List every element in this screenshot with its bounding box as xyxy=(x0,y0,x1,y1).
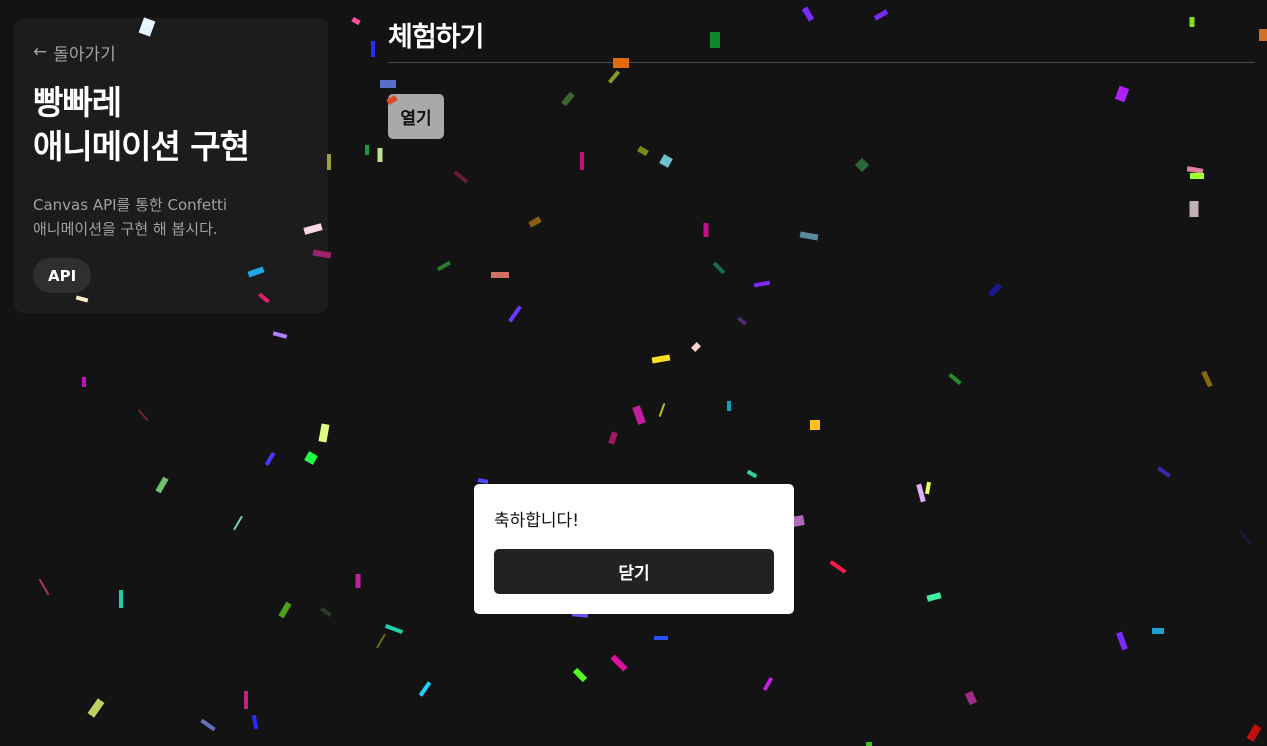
confetti-piece xyxy=(318,423,330,443)
confetti-piece xyxy=(119,590,123,608)
confetti-piece xyxy=(610,654,628,672)
confetti-piece xyxy=(87,698,105,718)
confetti-piece xyxy=(1186,166,1204,174)
confetti-piece xyxy=(233,515,243,531)
confetti-piece xyxy=(304,451,318,465)
confetti-piece xyxy=(82,377,86,387)
section-title: 체험하기 xyxy=(388,22,484,53)
card-description: Canvas API를 통한 Confetti 애니메이션을 구현 해 봅시다. xyxy=(33,193,309,241)
confetti-piece xyxy=(799,231,819,241)
open-button[interactable]: 열기 xyxy=(388,94,444,139)
confetti-piece xyxy=(987,282,1003,298)
confetti-piece xyxy=(659,154,673,168)
confetti-piece xyxy=(1114,85,1130,103)
confetti-piece xyxy=(736,316,748,326)
confetti-piece xyxy=(453,170,469,184)
card-title: 빵빠레 애니메이션 구현 xyxy=(33,81,309,169)
confetti-piece xyxy=(200,718,216,732)
back-arrow-icon: ← xyxy=(33,42,48,62)
title-divider xyxy=(388,62,1255,63)
card-description-line-1: Canvas API를 통한 Confetti xyxy=(33,196,228,214)
confetti-piece xyxy=(691,342,701,352)
confetti-piece xyxy=(351,16,361,26)
close-button[interactable]: 닫기 xyxy=(494,549,774,594)
confetti-piece xyxy=(155,476,169,494)
confetti-piece xyxy=(964,690,978,706)
confetti-piece xyxy=(380,80,396,88)
confetti-piece xyxy=(377,148,383,162)
confetti-piece xyxy=(854,157,870,173)
confetti-piece xyxy=(916,483,926,503)
tag-badge[interactable]: API xyxy=(33,258,92,293)
confetti-piece xyxy=(1246,724,1262,742)
back-link[interactable]: ← 돌아가기 xyxy=(33,40,116,66)
confetti-piece xyxy=(319,606,333,618)
confetti-piece xyxy=(654,636,668,640)
confetti-piece xyxy=(1116,631,1128,651)
confetti-piece xyxy=(137,408,149,422)
confetti-piece xyxy=(703,223,709,237)
confetti-piece xyxy=(1201,370,1213,388)
confetti-piece xyxy=(491,272,509,278)
card-title-line-2: 애니메이션 구현 xyxy=(33,127,250,166)
confetti-piece xyxy=(244,691,248,709)
confetti-piece xyxy=(658,403,666,417)
confetti-piece xyxy=(651,354,671,364)
confetti-piece xyxy=(580,152,584,170)
confetti-piece xyxy=(418,681,432,697)
confetti-piece xyxy=(746,469,758,479)
confetti-piece xyxy=(632,405,646,425)
main-header: 체험하기 xyxy=(388,18,1255,63)
confetti-piece xyxy=(365,145,369,155)
confetti-piece xyxy=(278,601,292,619)
confetti-piece xyxy=(924,481,932,495)
card-description-line-2: 애니메이션을 구현 해 봅시다. xyxy=(33,220,218,238)
confetti-piece xyxy=(477,478,489,484)
confetti-piece xyxy=(753,280,771,288)
confetti-piece xyxy=(1157,466,1171,478)
confetti-piece xyxy=(727,401,731,411)
confetti-piece xyxy=(637,145,649,157)
confetti-piece xyxy=(1152,628,1164,634)
confetti-piece xyxy=(829,560,847,574)
confetti-piece xyxy=(384,624,404,634)
back-link-label: 돌아가기 xyxy=(53,45,116,65)
confetti-piece xyxy=(948,372,962,386)
confetti-piece xyxy=(508,305,522,323)
confetti-piece xyxy=(272,331,288,339)
confetti-piece xyxy=(251,714,259,730)
confetti-piece xyxy=(926,592,942,602)
confetti-piece xyxy=(528,216,542,228)
confetti-piece xyxy=(866,742,872,746)
congrats-modal: 축하합니다! 닫기 xyxy=(474,484,794,614)
confetti-piece xyxy=(436,260,452,272)
confetti-piece xyxy=(762,676,774,692)
confetti-piece xyxy=(810,420,820,430)
confetti-piece xyxy=(608,431,618,445)
confetti-piece xyxy=(1239,529,1251,545)
confetti-piece xyxy=(355,574,361,588)
confetti-piece xyxy=(1190,173,1204,179)
card-title-line-1: 빵빠레 xyxy=(33,83,122,122)
confetti-piece xyxy=(1259,29,1267,41)
confetti-piece xyxy=(1189,201,1199,217)
page: ← 돌아가기 빵빠레 애니메이션 구현 Canvas API를 통한 Confe… xyxy=(0,0,1267,746)
modal-message: 축하합니다! xyxy=(494,511,580,531)
confetti-piece xyxy=(38,578,50,596)
info-card: ← 돌아가기 빵빠레 애니메이션 구현 Canvas API를 통한 Confe… xyxy=(14,18,328,313)
confetti-piece xyxy=(572,667,588,683)
confetti-piece xyxy=(264,451,276,467)
confetti-piece xyxy=(561,91,575,107)
confetti-piece xyxy=(712,261,726,275)
confetti-piece xyxy=(376,633,386,649)
confetti-piece xyxy=(607,70,621,84)
confetti-piece xyxy=(371,41,375,57)
